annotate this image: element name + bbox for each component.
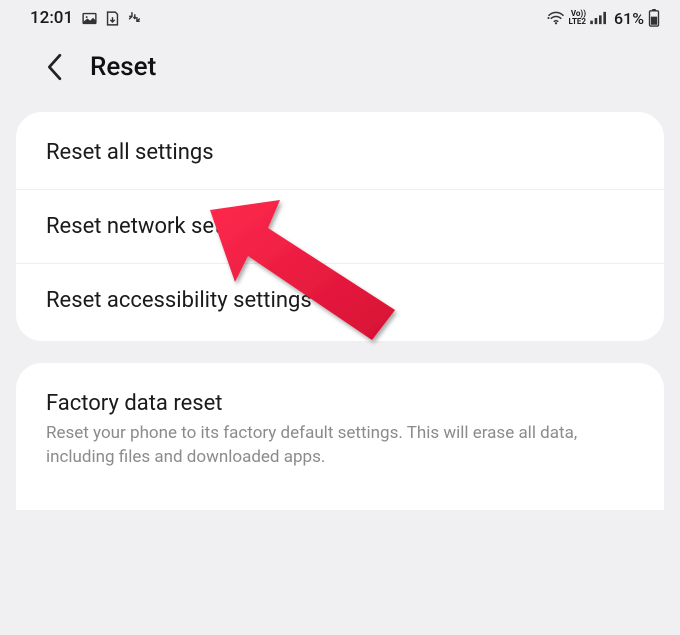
save-card-icon (104, 10, 121, 27)
battery-percent: 61% (614, 9, 644, 28)
row-reset-all-settings[interactable]: Reset all settings (16, 116, 664, 189)
chevron-left-icon (45, 53, 63, 81)
row-subtitle: Reset your phone to its factory default … (46, 422, 634, 470)
status-bar: 12:01 Vo)) LTE2 61% (0, 0, 680, 32)
row-reset-network-settings[interactable]: Reset network settings (16, 189, 664, 263)
status-right: Vo)) LTE2 61% (547, 9, 660, 28)
row-title: Factory data reset (46, 391, 634, 416)
signal-icon (590, 11, 608, 25)
row-factory-data-reset[interactable]: Factory data reset Reset your phone to i… (16, 367, 664, 494)
back-button[interactable] (42, 55, 66, 79)
status-icons-left (81, 10, 144, 27)
network-label: Vo)) LTE2 (569, 10, 587, 26)
row-title: Reset network settings (46, 214, 634, 239)
page-title: Reset (90, 52, 156, 82)
app-bar: Reset (0, 32, 680, 112)
row-reset-accessibility-settings[interactable]: Reset accessibility settings (16, 263, 664, 337)
wifi-icon (547, 11, 565, 25)
picture-icon (81, 10, 98, 27)
row-title: Reset all settings (46, 140, 634, 165)
settings-card-factory-reset: Factory data reset Reset your phone to i… (16, 363, 664, 510)
status-time: 12:01 (30, 8, 73, 28)
row-title: Reset accessibility settings (46, 288, 634, 313)
status-left: 12:01 (30, 8, 144, 28)
battery-icon (648, 9, 660, 27)
settings-card-reset-options: Reset all settings Reset network setting… (16, 112, 664, 341)
cast-connect-icon (127, 10, 144, 27)
